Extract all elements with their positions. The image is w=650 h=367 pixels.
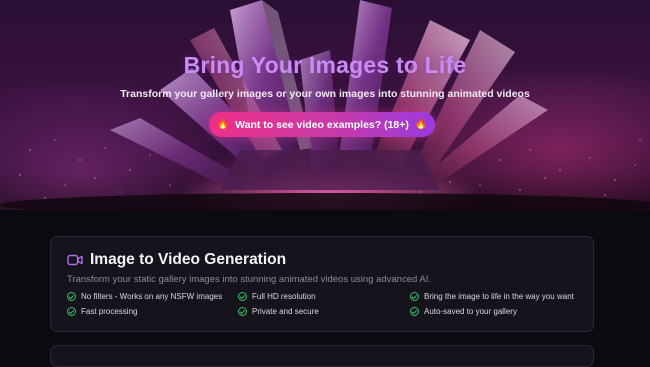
check-circle-icon bbox=[238, 307, 247, 316]
video-camera-icon bbox=[67, 254, 83, 266]
card-header: Image to Video Generation bbox=[67, 251, 286, 269]
feature-label: Auto-saved to your gallery bbox=[424, 307, 517, 316]
video-examples-button[interactable]: 🔥 Want to see video examples? (18+) 🔥 bbox=[209, 112, 435, 137]
card-description: Transform your static gallery images int… bbox=[67, 274, 432, 285]
feature-label: Private and secure bbox=[252, 307, 319, 316]
next-card bbox=[50, 345, 594, 367]
crystal-artwork bbox=[0, 0, 650, 210]
feature-label: Bring the image to life in the way you w… bbox=[424, 292, 574, 301]
feature-item: Fast processing bbox=[67, 307, 137, 316]
feature-item: Full HD resolution bbox=[238, 292, 316, 301]
hero-section: Bring Your Images to Life Transform your… bbox=[0, 0, 650, 210]
feature-item: Auto-saved to your gallery bbox=[410, 307, 517, 316]
feature-label: No filters - Works on any NSFW images bbox=[81, 292, 223, 301]
check-circle-icon bbox=[238, 292, 247, 301]
hero-title: Bring Your Images to Life bbox=[183, 52, 467, 78]
feature-item: Bring the image to life in the way you w… bbox=[410, 292, 574, 301]
feature-label: Full HD resolution bbox=[252, 292, 316, 301]
card-title: Image to Video Generation bbox=[90, 251, 287, 268]
feature-label: Fast processing bbox=[81, 307, 138, 316]
feature-item: No filters - Works on any NSFW images bbox=[67, 292, 222, 301]
fire-icon: 🔥 bbox=[414, 119, 428, 130]
hero-subtitle: Transform your gallery images or your ow… bbox=[120, 88, 530, 100]
check-circle-icon bbox=[67, 292, 76, 301]
check-circle-icon bbox=[67, 307, 76, 316]
check-circle-icon bbox=[410, 292, 419, 301]
image-to-video-card: Image to Video Generation Transform your… bbox=[50, 236, 594, 332]
fire-icon: 🔥 bbox=[216, 119, 230, 130]
video-examples-button-label: Want to see video examples? (18+) bbox=[235, 118, 409, 131]
check-circle-icon bbox=[410, 307, 419, 316]
feature-item: Private and secure bbox=[238, 307, 319, 316]
